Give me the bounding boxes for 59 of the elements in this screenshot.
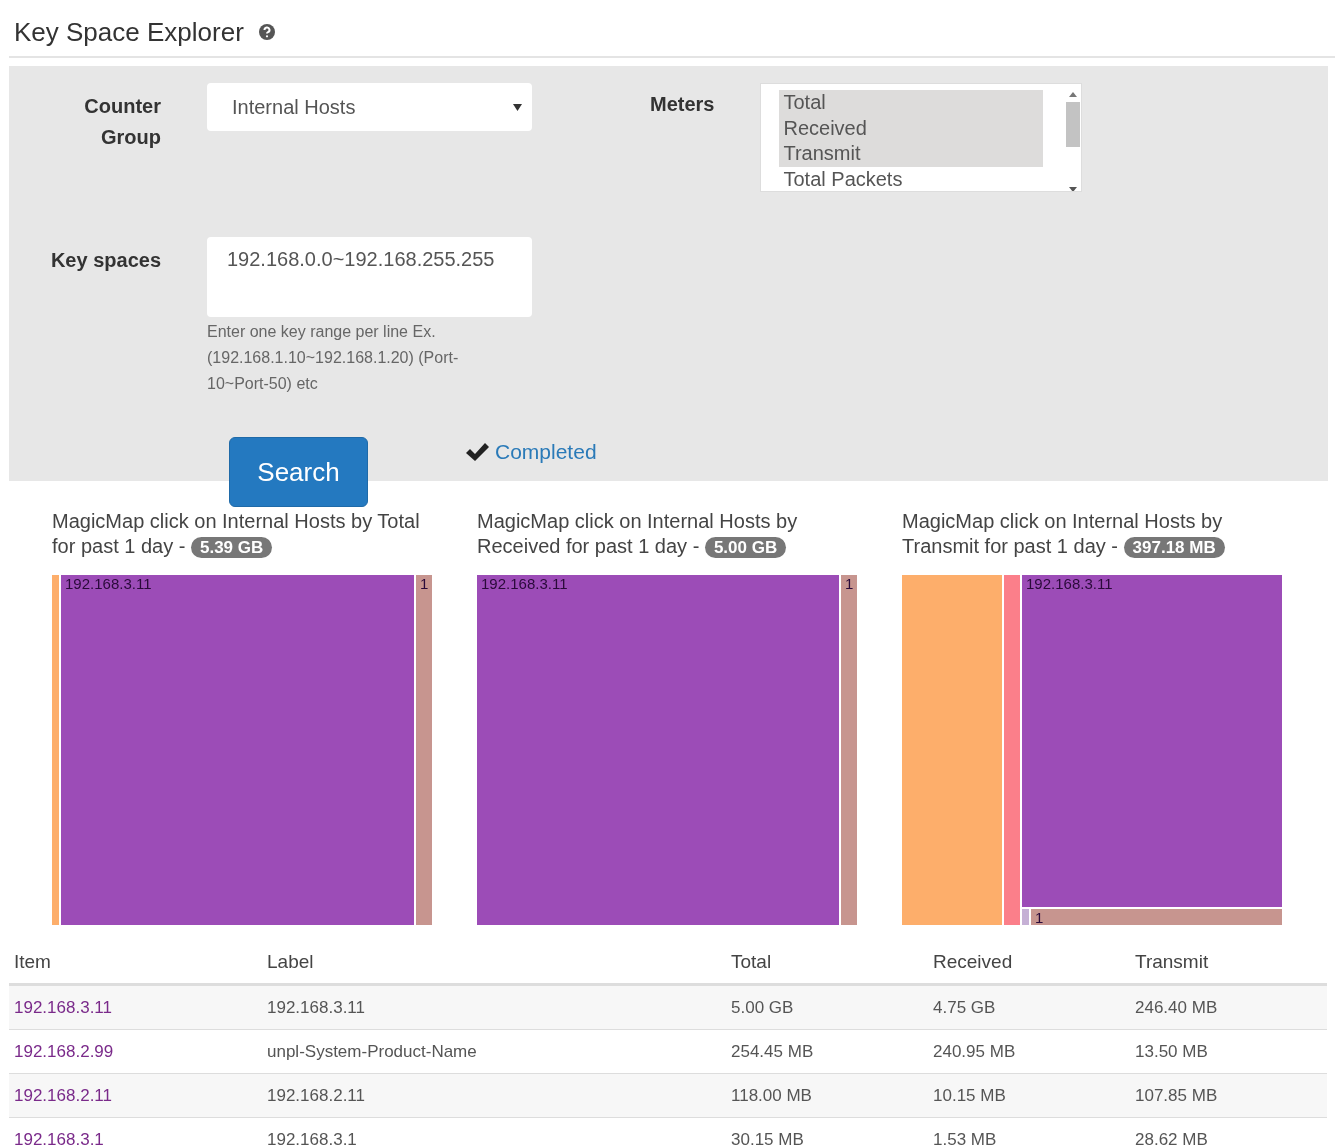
item-link[interactable]: 192.168.3.1 <box>14 1130 104 1146</box>
field-label: Key spaces <box>49 249 161 273</box>
status-text: Completed <box>495 440 597 464</box>
field-label: Counter Group <box>83 94 161 150</box>
chart-title: MagicMap click on Internal Hosts by Total for past 1 day - 5.39 GB <box>52 509 421 560</box>
list-option[interactable]: Total <box>779 90 1044 116</box>
counter-group-select[interactable]: Internal Hosts <box>207 83 532 131</box>
treemap-cell[interactable] <box>52 575 59 925</box>
table-cell: 30.15 MB <box>731 1130 804 1146</box>
check-icon <box>465 442 489 462</box>
table-cell: 192.168.3.1 <box>267 1130 357 1146</box>
table-cell: 4.75 GB <box>933 998 996 1017</box>
meters-listbox[interactable]: Total Received Transmit Total Packets <box>760 83 1083 192</box>
help-icon[interactable] <box>257 23 276 41</box>
list-option[interactable]: Received <box>779 115 1044 141</box>
treemap-cell[interactable] <box>1004 575 1020 925</box>
table-cell: 192.168.2.11 <box>267 1086 365 1105</box>
table-cell: 28.62 MB <box>1135 1130 1208 1146</box>
item-link[interactable]: 192.168.2.11 <box>14 1086 112 1105</box>
table-cell: 13.50 MB <box>1135 1042 1208 1061</box>
cell-label: 1 <box>845 577 854 591</box>
total-badge: 5.00 GB <box>704 537 787 558</box>
field-label: Meters <box>650 93 715 116</box>
table-cell: unpl-System-Product-Name <box>267 1042 477 1061</box>
key-spaces-textarea[interactable]: 192.168.0.0~192.168.255.255 <box>207 237 532 317</box>
treemap-cell[interactable]: 1 <box>841 575 857 925</box>
table-cell: 254.45 MB <box>731 1042 814 1061</box>
search-button[interactable]: Search <box>229 437 368 507</box>
treemap-cell[interactable]: 1 <box>416 575 432 925</box>
scroll-down-icon[interactable] <box>1069 187 1078 191</box>
table-cell: 1.53 MB <box>933 1130 997 1146</box>
table-cell: 5.00 GB <box>731 998 794 1017</box>
treemap-cell[interactable]: 1 <box>1031 909 1282 925</box>
item-link[interactable]: 192.168.3.11 <box>14 998 112 1017</box>
item-link[interactable]: 192.168.2.99 <box>14 1042 114 1061</box>
caret-icon <box>513 103 522 111</box>
chart-title: MagicMap click on Internal Hosts by Transmit for past 1 day - 397.18 MB <box>902 509 1226 560</box>
table-cell: 192.168.3.11 <box>267 998 365 1017</box>
cell-label: 192.168.3.11 <box>65 577 152 591</box>
cell-label: 192.168.3.11 <box>1026 577 1113 591</box>
total-badge: 5.39 GB <box>190 537 273 558</box>
cell-label: 1 <box>420 577 429 591</box>
list-option[interactable]: Transmit <box>779 141 1044 167</box>
table-cell: 246.40 MB <box>1135 998 1218 1017</box>
list-option[interactable]: Total Packets <box>779 166 1044 191</box>
table-cell: 240.95 MB <box>933 1042 1016 1061</box>
chart-title: MagicMap click on Internal Hosts by Received for past 1 day - 5.00 GB <box>477 509 799 560</box>
treemap-cell[interactable] <box>1022 909 1029 925</box>
page-title: Key Space Explorer <box>14 16 244 48</box>
table-cell: 10.15 MB <box>933 1086 1006 1105</box>
table-cell: 107.85 MB <box>1135 1086 1218 1105</box>
help-text: Enter one key range per line Ex. (192.168.1.10~192.168.1.20) (Port-10~Port-50) etc <box>207 322 460 394</box>
scrollbar[interactable] <box>1065 90 1082 191</box>
table-cell: 118.00 MB <box>731 1086 812 1105</box>
cell-label: 192.168.3.11 <box>481 577 568 591</box>
scroll-up-icon[interactable] <box>1069 92 1078 97</box>
total-badge: 397.18 MB <box>1123 537 1225 558</box>
cell-label: 1 <box>1035 911 1044 925</box>
treemap-cell[interactable] <box>902 575 1002 925</box>
